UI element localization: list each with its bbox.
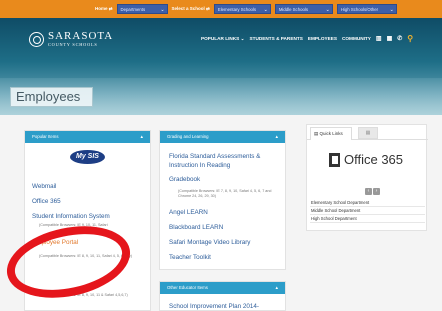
logo-title: SARASOTA xyxy=(48,30,114,42)
logo-subtitle: COUNTY SCHOOLS xyxy=(48,42,98,47)
nav-popular-links[interactable]: POPULAR LINKS ⌄ xyxy=(201,36,245,42)
tab-grid[interactable]: ▦ xyxy=(358,127,378,139)
grid-icon: ▦ xyxy=(365,130,371,136)
link-teacher-toolkit[interactable]: Teacher Toolkit xyxy=(169,254,211,261)
main-nav: POPULAR LINKS ⌄ STUDENTS & PARENTS EMPLO… xyxy=(201,34,413,43)
link-school-improvement-plan[interactable]: School Improvement Plan 2014- xyxy=(169,303,259,310)
link-middle-department[interactable]: Middle School Department xyxy=(310,207,425,215)
mysis-logo[interactable]: My SIS xyxy=(70,150,105,164)
office-logo-icon xyxy=(329,152,340,167)
panel-header[interactable]: Grading and Learning ▴ xyxy=(160,131,285,143)
chevron-down-icon: ⌄ xyxy=(325,7,330,13)
chevron-down-icon: ⌄ xyxy=(263,7,268,13)
phone-icon[interactable]: ✆ xyxy=(397,35,402,42)
browser-note: (Compatible Browsers: IE 7, 8, 9, 10, Sa… xyxy=(178,189,272,198)
tab-quick-links[interactable]: ▤ Quick Links xyxy=(310,127,352,140)
office-365-label: Office 365 xyxy=(344,152,404,167)
link-student-information-system[interactable]: Student Information System xyxy=(32,213,110,220)
tab-quick-links-label: Quick Links xyxy=(319,131,343,136)
page-title-box: Employees xyxy=(10,87,93,107)
link-blackboard-learn[interactable]: Blackboard LEARN xyxy=(169,224,223,231)
middle-select-value: Middle Schools xyxy=(278,7,308,12)
link-elementary-department[interactable]: Elementary School Department xyxy=(310,199,425,207)
departments-select[interactable]: Departments ⌄ xyxy=(116,4,168,14)
collapse-arrow-icon: ▴ xyxy=(275,134,278,140)
next-arrow-icon[interactable]: › xyxy=(373,188,380,195)
link-florida-standard-assessments[interactable]: Florida Standard Assessments & Instructi… xyxy=(169,152,281,170)
middle-schools-select[interactable]: Middle Schools ⌄ xyxy=(274,4,333,14)
elementary-select-value: Elementary Schools xyxy=(217,7,257,12)
link-angel-learn[interactable]: Angel LEARN xyxy=(169,209,208,216)
search-icon[interactable]: ⚲ xyxy=(407,34,413,43)
panel-header-label: Grading and Learning xyxy=(167,134,209,139)
building-icon[interactable]: ▥ xyxy=(376,35,382,42)
elementary-schools-select[interactable]: Elementary Schools ⌄ xyxy=(213,4,271,14)
carousel-arrows: ‹ › xyxy=(365,188,380,195)
link-gradebook[interactable]: Gradebook xyxy=(169,176,200,183)
grading-learning-panel: Grading and Learning ▴ Florida Standard A… xyxy=(159,130,286,270)
link-webmail[interactable]: Webmail xyxy=(32,183,56,190)
high-schools-select[interactable]: High Schools/Other ⌄ xyxy=(336,4,397,14)
chevron-down-icon: ⌄ xyxy=(160,7,165,13)
collapse-arrow-icon: ▴ xyxy=(140,134,143,140)
tab-bar: ▤ Quick Links ▦ xyxy=(307,125,428,140)
seal-icon xyxy=(29,31,44,47)
district-logo[interactable]: SARASOTA COUNTY SCHOOLS xyxy=(29,31,113,47)
page-title: Employees xyxy=(16,89,81,104)
panel-header-label: Other Educator Items xyxy=(167,285,208,290)
calendar-icon[interactable]: ▦ xyxy=(387,35,393,42)
departments-select-value: Departments xyxy=(120,7,146,12)
link-office-365[interactable]: Office 365 xyxy=(32,198,61,205)
top-bar: Home ⇄ Departments ⌄ Select a School ⇄ El… xyxy=(0,0,442,18)
nav-students-parents[interactable]: STUDENTS & PARENTS xyxy=(250,36,303,41)
link-high-department[interactable]: High School Department xyxy=(310,215,425,223)
select-school-label: Select a School ⇄ xyxy=(171,6,210,11)
high-select-value: High Schools/Other xyxy=(340,7,379,12)
nav-community[interactable]: COMMUNITY xyxy=(342,36,371,41)
panel-header[interactable]: Other Educator Items ▴ xyxy=(160,282,285,294)
office-365-banner[interactable]: Office 365 xyxy=(329,152,403,167)
home-link[interactable]: Home ⇄ xyxy=(95,6,113,12)
link-safari-montage[interactable]: Safari Montage Video Library xyxy=(169,239,250,246)
nav-employees[interactable]: EMPLOYEES xyxy=(308,36,337,41)
other-educator-panel: Other Educator Items ▴ School Improvement… xyxy=(159,281,286,311)
panel-header-label: Popular Items xyxy=(32,134,59,139)
previous-arrow-icon[interactable]: ‹ xyxy=(365,188,372,195)
panel-header[interactable]: Popular Items ▴ xyxy=(25,131,150,143)
quick-links-panel: ▤ Quick Links ▦ Office 365 ‹ › Elementar… xyxy=(306,124,428,231)
chevron-down-icon: ⌄ xyxy=(389,7,394,13)
collapse-arrow-icon: ▴ xyxy=(275,285,278,291)
